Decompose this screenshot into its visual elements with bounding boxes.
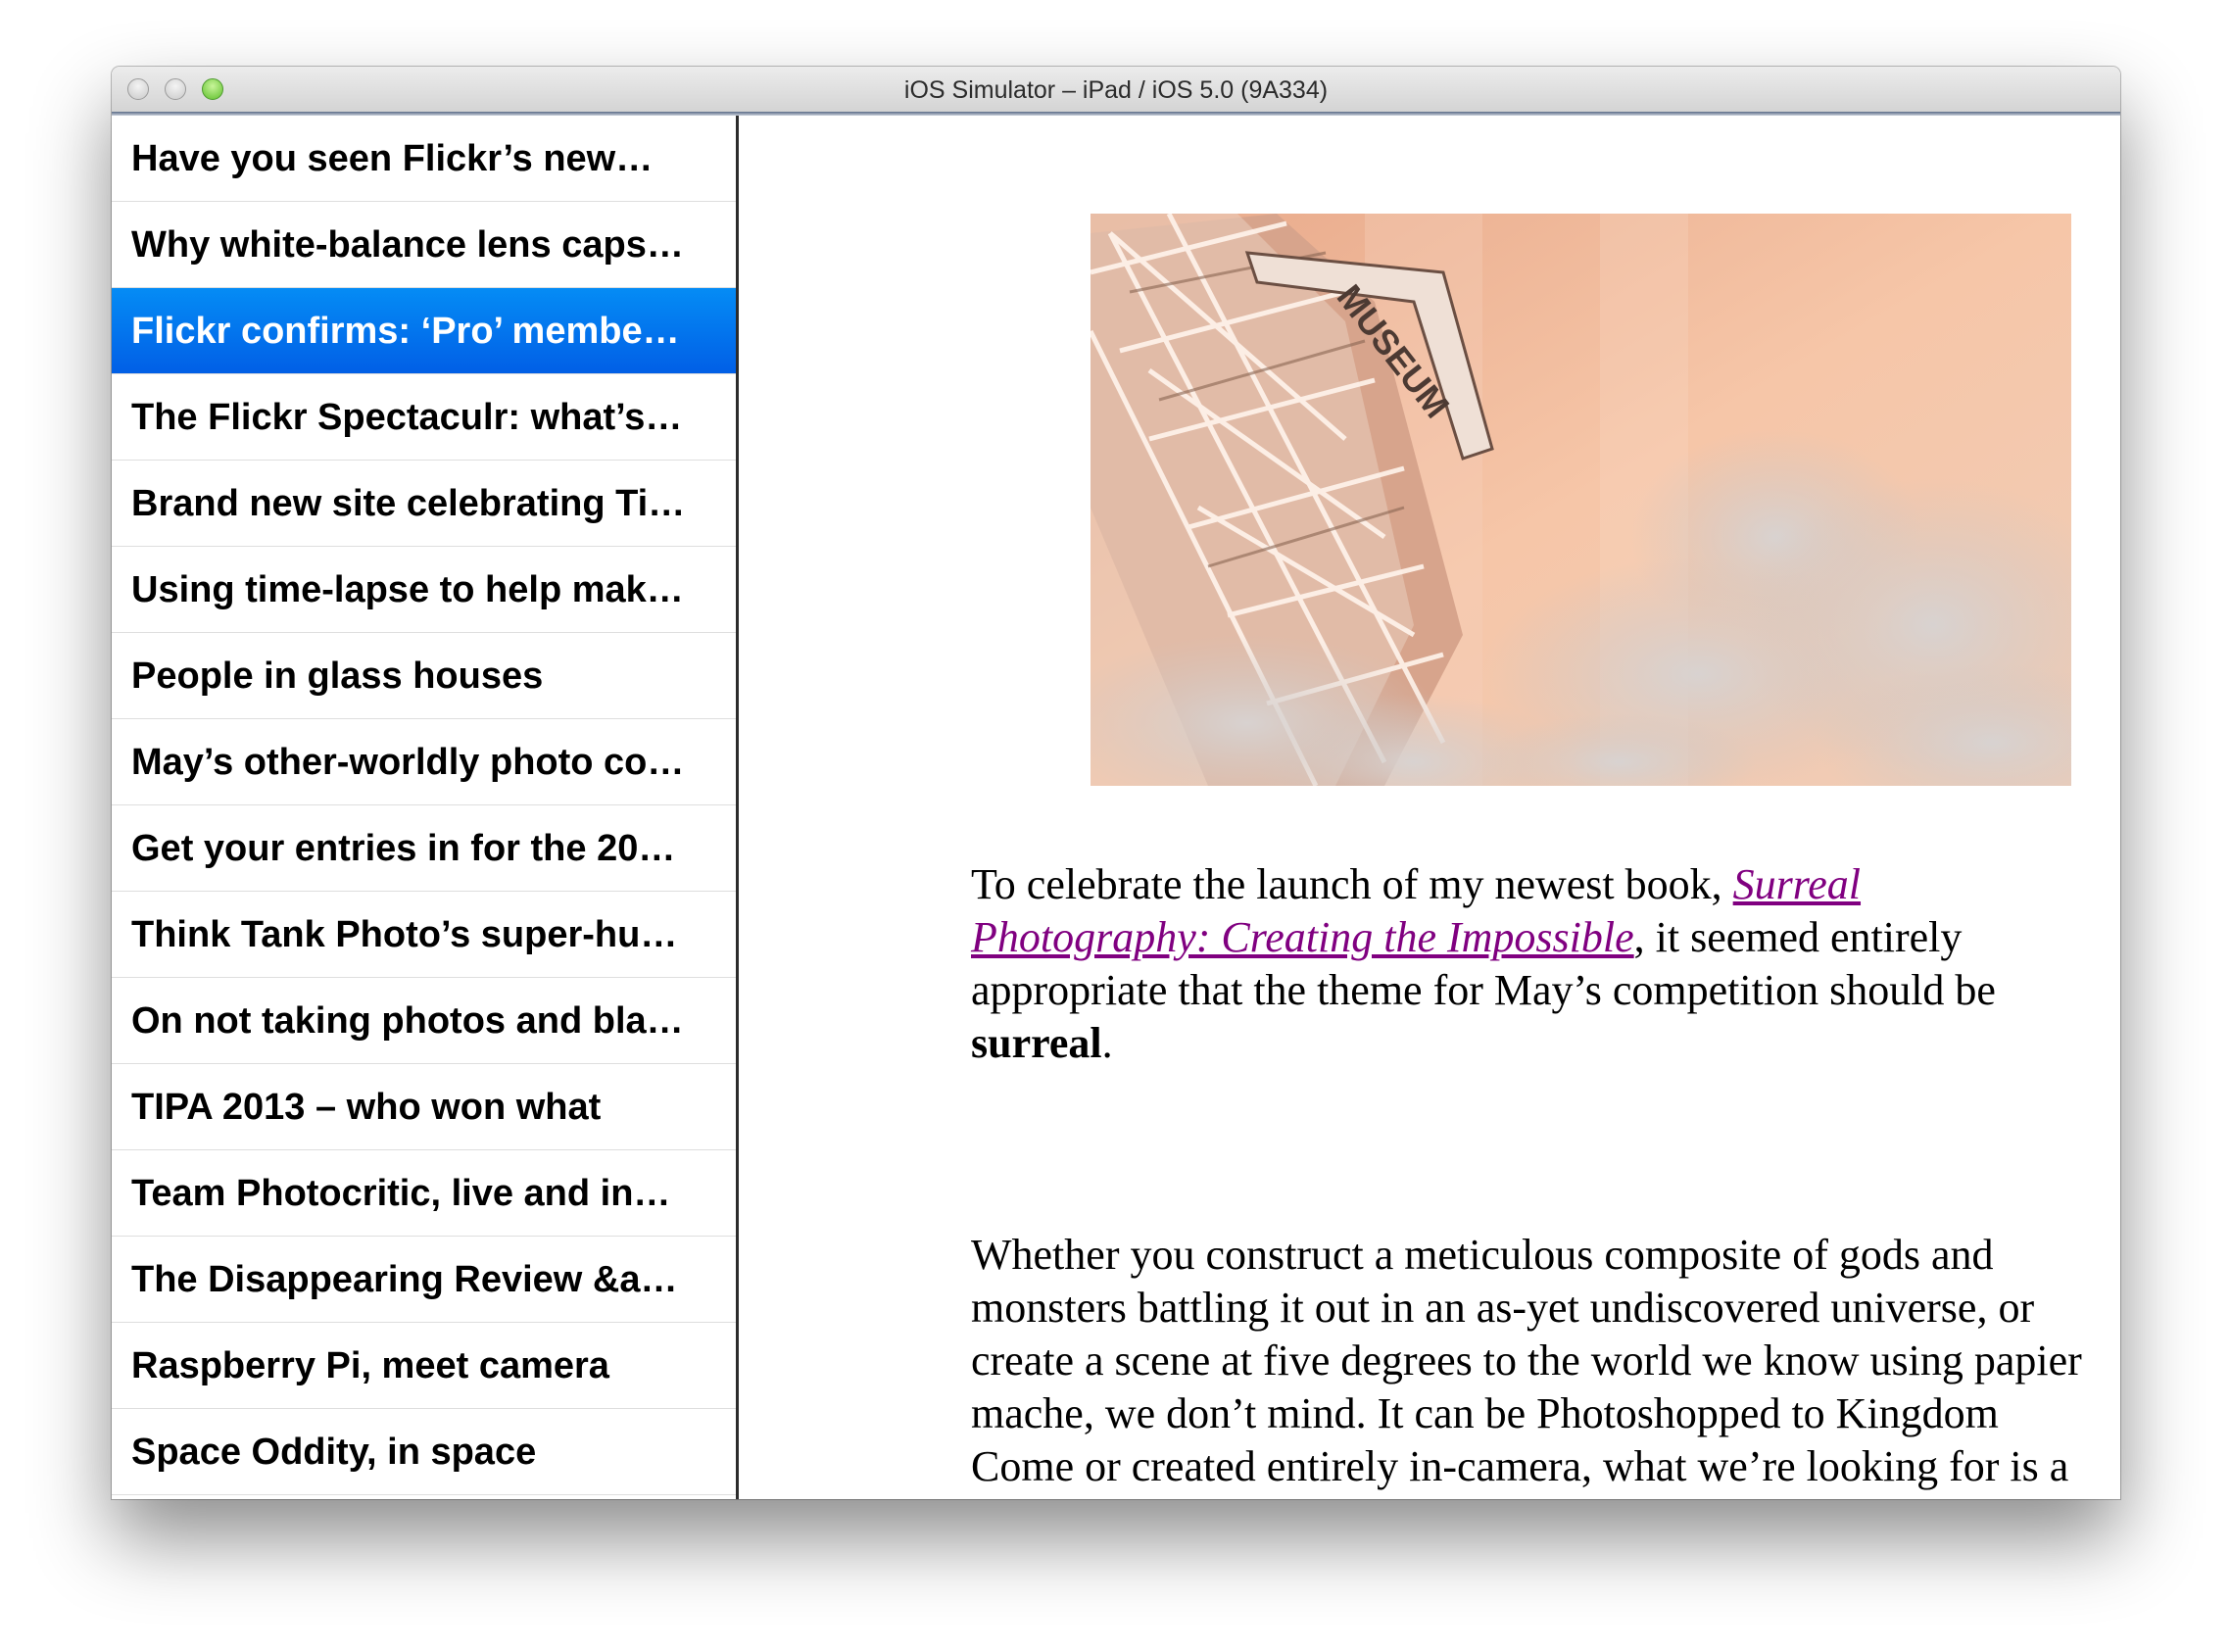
article-paragraph-1: To celebrate the launch of my newest boo…	[971, 858, 2098, 1070]
article-list-item[interactable]: Have you seen Flickr’s new…	[112, 116, 736, 202]
window-title: iOS Simulator – iPad / iOS 5.0 (9A334)	[903, 76, 1329, 104]
article-body: To celebrate the launch of my newest boo…	[971, 858, 2098, 1493]
museum-tower-image: MUSEUM	[1091, 214, 2071, 786]
paragraph-1-text-after: .	[1101, 1019, 1113, 1067]
paragraph-1-text-before: To celebrate the launch of my newest boo…	[971, 860, 1733, 908]
article-list-item[interactable]: Brand new site celebrating Ti…	[112, 461, 736, 547]
article-list-item[interactable]: Space Oddity, in space	[112, 1409, 736, 1495]
title-bar[interactable]: iOS Simulator – iPad / iOS 5.0 (9A334)	[112, 67, 2120, 113]
article-list-item[interactable]: Get your entries in for the 20…	[112, 805, 736, 892]
article-list-item[interactable]: On not taking photos and bla…	[112, 978, 736, 1064]
article-list-item[interactable]: Raspberry Pi, meet camera	[112, 1323, 736, 1409]
article-list-item[interactable]: Team Photocritic, live and in…	[112, 1150, 736, 1237]
article-list-item[interactable]: The Disappearing Review &a…	[112, 1237, 736, 1323]
article-list-item[interactable]: May’s other-worldly photo co…	[112, 719, 736, 805]
article-list-item[interactable]: The Flickr Spectaculr: what’s…	[112, 374, 736, 461]
simulator-window: iOS Simulator – iPad / iOS 5.0 (9A334) H…	[112, 67, 2120, 1499]
desktop: iOS Simulator – iPad / iOS 5.0 (9A334) H…	[0, 0, 2230, 1652]
article-photo: MUSEUM	[1091, 214, 2071, 786]
article-list-item[interactable]: Using time-lapse to help mak…	[112, 547, 736, 633]
article-list[interactable]: Have you seen Flickr’s new… Why white-bal…	[112, 116, 739, 1499]
article-list-item[interactable]: Why white-balance lens caps…	[112, 202, 736, 288]
paragraph-1-bold: surreal	[971, 1019, 1102, 1067]
ipad-screen: Have you seen Flickr’s new… Why white-bal…	[112, 116, 2120, 1499]
article-list-item[interactable]: Flickr confirms: ‘Pro’ membe…	[112, 288, 736, 374]
article-list-item[interactable]: Think Tank Photo’s super-hu…	[112, 892, 736, 978]
article-list-item[interactable]: TIPA 2013 – who won what	[112, 1064, 736, 1150]
article-list-item[interactable]: People in glass houses	[112, 633, 736, 719]
article-detail[interactable]: MUSEUM To celebrate the launch of my new…	[739, 116, 2120, 1499]
article-paragraph-2: Whether you construct a meticulous compo…	[971, 1231, 2082, 1490]
